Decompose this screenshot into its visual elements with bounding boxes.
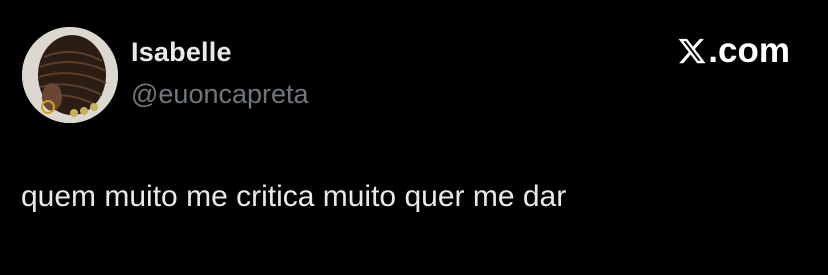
- brand-domain-suffix: .com: [708, 31, 790, 70]
- author-display-name[interactable]: Isabelle: [131, 37, 232, 68]
- author-avatar[interactable]: [22, 27, 118, 123]
- tweet-text: quem muito me critica muito quer me dar: [21, 180, 567, 213]
- x-logo-icon: [678, 38, 706, 63]
- author-handle[interactable]: @euoncapreta: [131, 79, 309, 110]
- avatar-photo-icon: [22, 27, 118, 123]
- x-brand-link[interactable]: .com: [677, 33, 790, 68]
